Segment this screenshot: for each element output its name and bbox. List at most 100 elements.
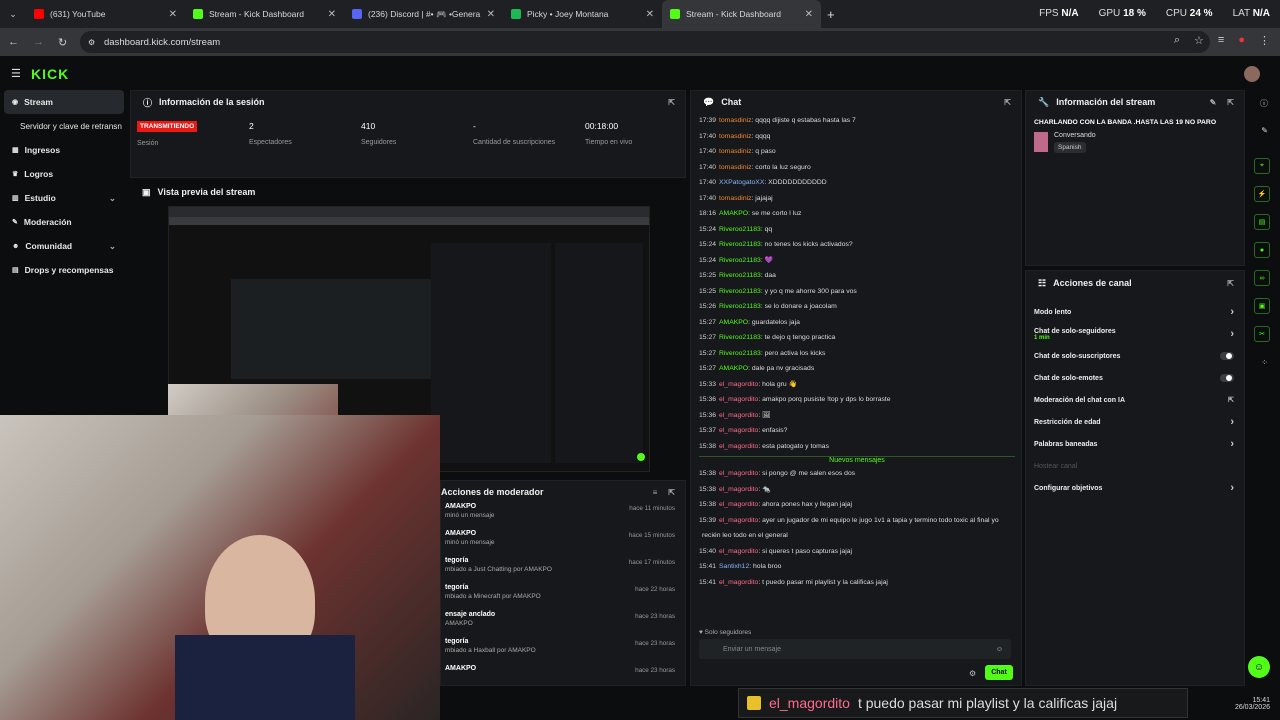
edit-rail-icon[interactable]: ✎ [1261,126,1268,135]
sidebar-item[interactable]: Servidor y clave de retransn [0,114,128,138]
popout-icon[interactable]: ⇱ [1227,279,1234,288]
message-username[interactable]: Riveroo21183 [719,350,761,357]
browser-tab[interactable]: (631) YouTube ✕ [26,0,185,28]
popout-icon[interactable]: ⇱ [668,488,675,497]
tab-list-icon[interactable]: ⌄ [0,9,26,20]
edit-icon[interactable]: ✎ [1210,98,1217,107]
toggle-switch[interactable] [1220,352,1234,360]
emote-icon[interactable]: ☺ [996,646,1003,653]
message-username[interactable]: Riveroo21183 [719,334,761,341]
rail-card-icon[interactable]: ▣ [1254,298,1270,314]
support-chat-icon[interactable]: ☺ [1248,656,1270,678]
message-time: 17:39 [699,117,717,124]
close-tab-icon[interactable]: ✕ [487,9,495,20]
rail-tool-icon[interactable]: ✂ [1254,326,1270,342]
message-username[interactable]: XXPatogatoXX [719,179,764,186]
forward-icon[interactable]: → [33,36,44,48]
rail-more-icon[interactable]: ⁘ [1261,358,1268,367]
tab-favicon-icon [352,9,362,19]
browser-tab[interactable]: Stream - Kick Dashboard ✕ [185,0,344,28]
message-username[interactable]: tomasdiniz [719,164,752,171]
message-username[interactable]: Riveroo21183 [719,257,761,264]
channel-action-item[interactable]: Chat de solo-seguidores 1 min › [1026,323,1244,345]
message-username[interactable]: el_magordito [719,381,758,388]
back-icon[interactable]: ← [8,36,19,48]
chat-settings-icon[interactable]: ⚙ [969,669,976,678]
close-tab-icon[interactable]: ✕ [646,9,654,20]
filter-icon[interactable]: ≡ [653,488,658,497]
message-username[interactable]: Santixh12 [719,563,749,570]
rail-chat-icon[interactable]: ● [1254,242,1270,258]
extension-icon[interactable]: ● [1238,34,1245,47]
rail-link-icon[interactable]: ∞ [1254,270,1270,286]
message-username[interactable]: AMAKPO [719,319,748,326]
sidebar-item[interactable]: ✎ Moderación [0,210,128,234]
message-username[interactable]: el_magordito [719,548,758,555]
hamburger-menu-icon[interactable]: ☰ [11,67,21,80]
message-username[interactable]: AMAKPO [719,210,748,217]
close-tab-icon[interactable]: ✕ [328,9,336,20]
popout-icon[interactable]: ⇱ [1227,98,1234,107]
sidebar-item[interactable]: ▦ Ingresos [0,138,128,162]
message-username[interactable]: el_magordito [719,412,758,419]
toggle-switch[interactable] [1220,374,1234,382]
sidebar-item[interactable]: ☻ Comunidad ⌄ [0,234,128,258]
message-username[interactable]: el_magordito [719,427,758,434]
chat-input[interactable]: Enviar un mensaje ☺ [699,639,1011,659]
rail-target-icon[interactable]: ⌖ [1254,158,1270,174]
popout-icon[interactable]: ⇱ [1004,98,1011,107]
message-username[interactable]: Riveroo21183 [719,226,761,233]
rail-doc-icon[interactable]: ▤ [1254,214,1270,230]
sidebar-item[interactable]: ◉ Stream [4,90,124,114]
message-username[interactable]: Riveroo21183 [719,303,761,310]
message-username[interactable]: el_magordito [719,486,758,493]
channel-action-item[interactable]: Restricción de edad › [1026,411,1244,433]
sidebar-item[interactable]: ▤ Drops y recompensas [0,258,128,282]
info-rail-icon[interactable]: ⓘ [1260,98,1268,109]
reload-icon[interactable]: ↻ [58,36,67,49]
message-username[interactable]: Riveroo21183 [719,241,761,248]
browser-tab[interactable]: Picky • Joey Montana ✕ [503,0,662,28]
channel-action-item[interactable]: Modo lento › [1026,301,1244,323]
zoom-icon[interactable]: ⌕ [1174,34,1180,47]
rail-bolt-icon[interactable]: ⚡ [1254,186,1270,202]
message-username[interactable]: Riveroo21183 [719,272,761,279]
message-username[interactable]: el_magordito [719,470,758,477]
channel-action-item[interactable]: Hostear canal [1026,455,1244,477]
browser-tab[interactable]: Stream - Kick Dashboard ✕ [662,0,821,28]
message-username[interactable]: AMAKPO [719,365,748,372]
channel-action-item[interactable]: Chat de solo-suscriptores [1026,345,1244,367]
kick-logo[interactable]: KICK [31,66,69,82]
tab-favicon-icon [670,9,680,19]
close-tab-icon[interactable]: ✕ [805,9,813,20]
message-username[interactable]: el_magordito [719,579,758,586]
followers-only-note: ♥ Solo seguidores [699,629,752,636]
message-username[interactable]: tomasdiniz [719,117,752,124]
chat-send-button[interactable]: Chat [985,665,1013,680]
channel-action-item[interactable]: Configurar objetivos › [1026,477,1244,499]
message-username[interactable]: tomasdiniz [719,148,752,155]
browser-tab[interactable]: (236) Discord | #• 🎮 •Genera ✕ [344,0,503,28]
new-tab-button[interactable]: + [827,7,835,22]
browser-menu-icon[interactable]: ⋮ [1259,34,1270,47]
sidebar-item[interactable]: ♛ Logros [0,162,128,186]
close-tab-icon[interactable]: ✕ [169,9,177,20]
message-username[interactable]: tomasdiniz [719,195,752,202]
message-username[interactable]: el_magordito [719,501,758,508]
message-time: 15:41 [699,563,717,570]
bookmark-star-icon[interactable]: ☆ [1194,34,1204,47]
message-username[interactable]: Riveroo21183 [719,288,761,295]
channel-action-item[interactable]: Palabras baneadas › [1026,433,1244,455]
message-username[interactable]: el_magordito [719,517,758,524]
user-avatar[interactable] [1244,66,1260,82]
site-info-icon[interactable]: ⚙ [88,38,95,47]
message-username[interactable]: tomasdiniz [719,133,752,140]
message-username[interactable]: el_magordito [719,396,758,403]
sidebar-item[interactable]: ▥ Estudio ⌄ [0,186,128,210]
address-bar[interactable]: ⚙ dashboard.kick.com/stream [80,31,1210,53]
channel-action-item[interactable]: Chat de solo-emotes [1026,367,1244,389]
message-username[interactable]: el_magordito [719,443,758,450]
popout-icon[interactable]: ⇱ [668,98,675,107]
channel-action-item[interactable]: Moderación del chat con IA ⇱ [1026,389,1244,411]
media-controls-icon[interactable]: ≡ [1218,34,1224,47]
